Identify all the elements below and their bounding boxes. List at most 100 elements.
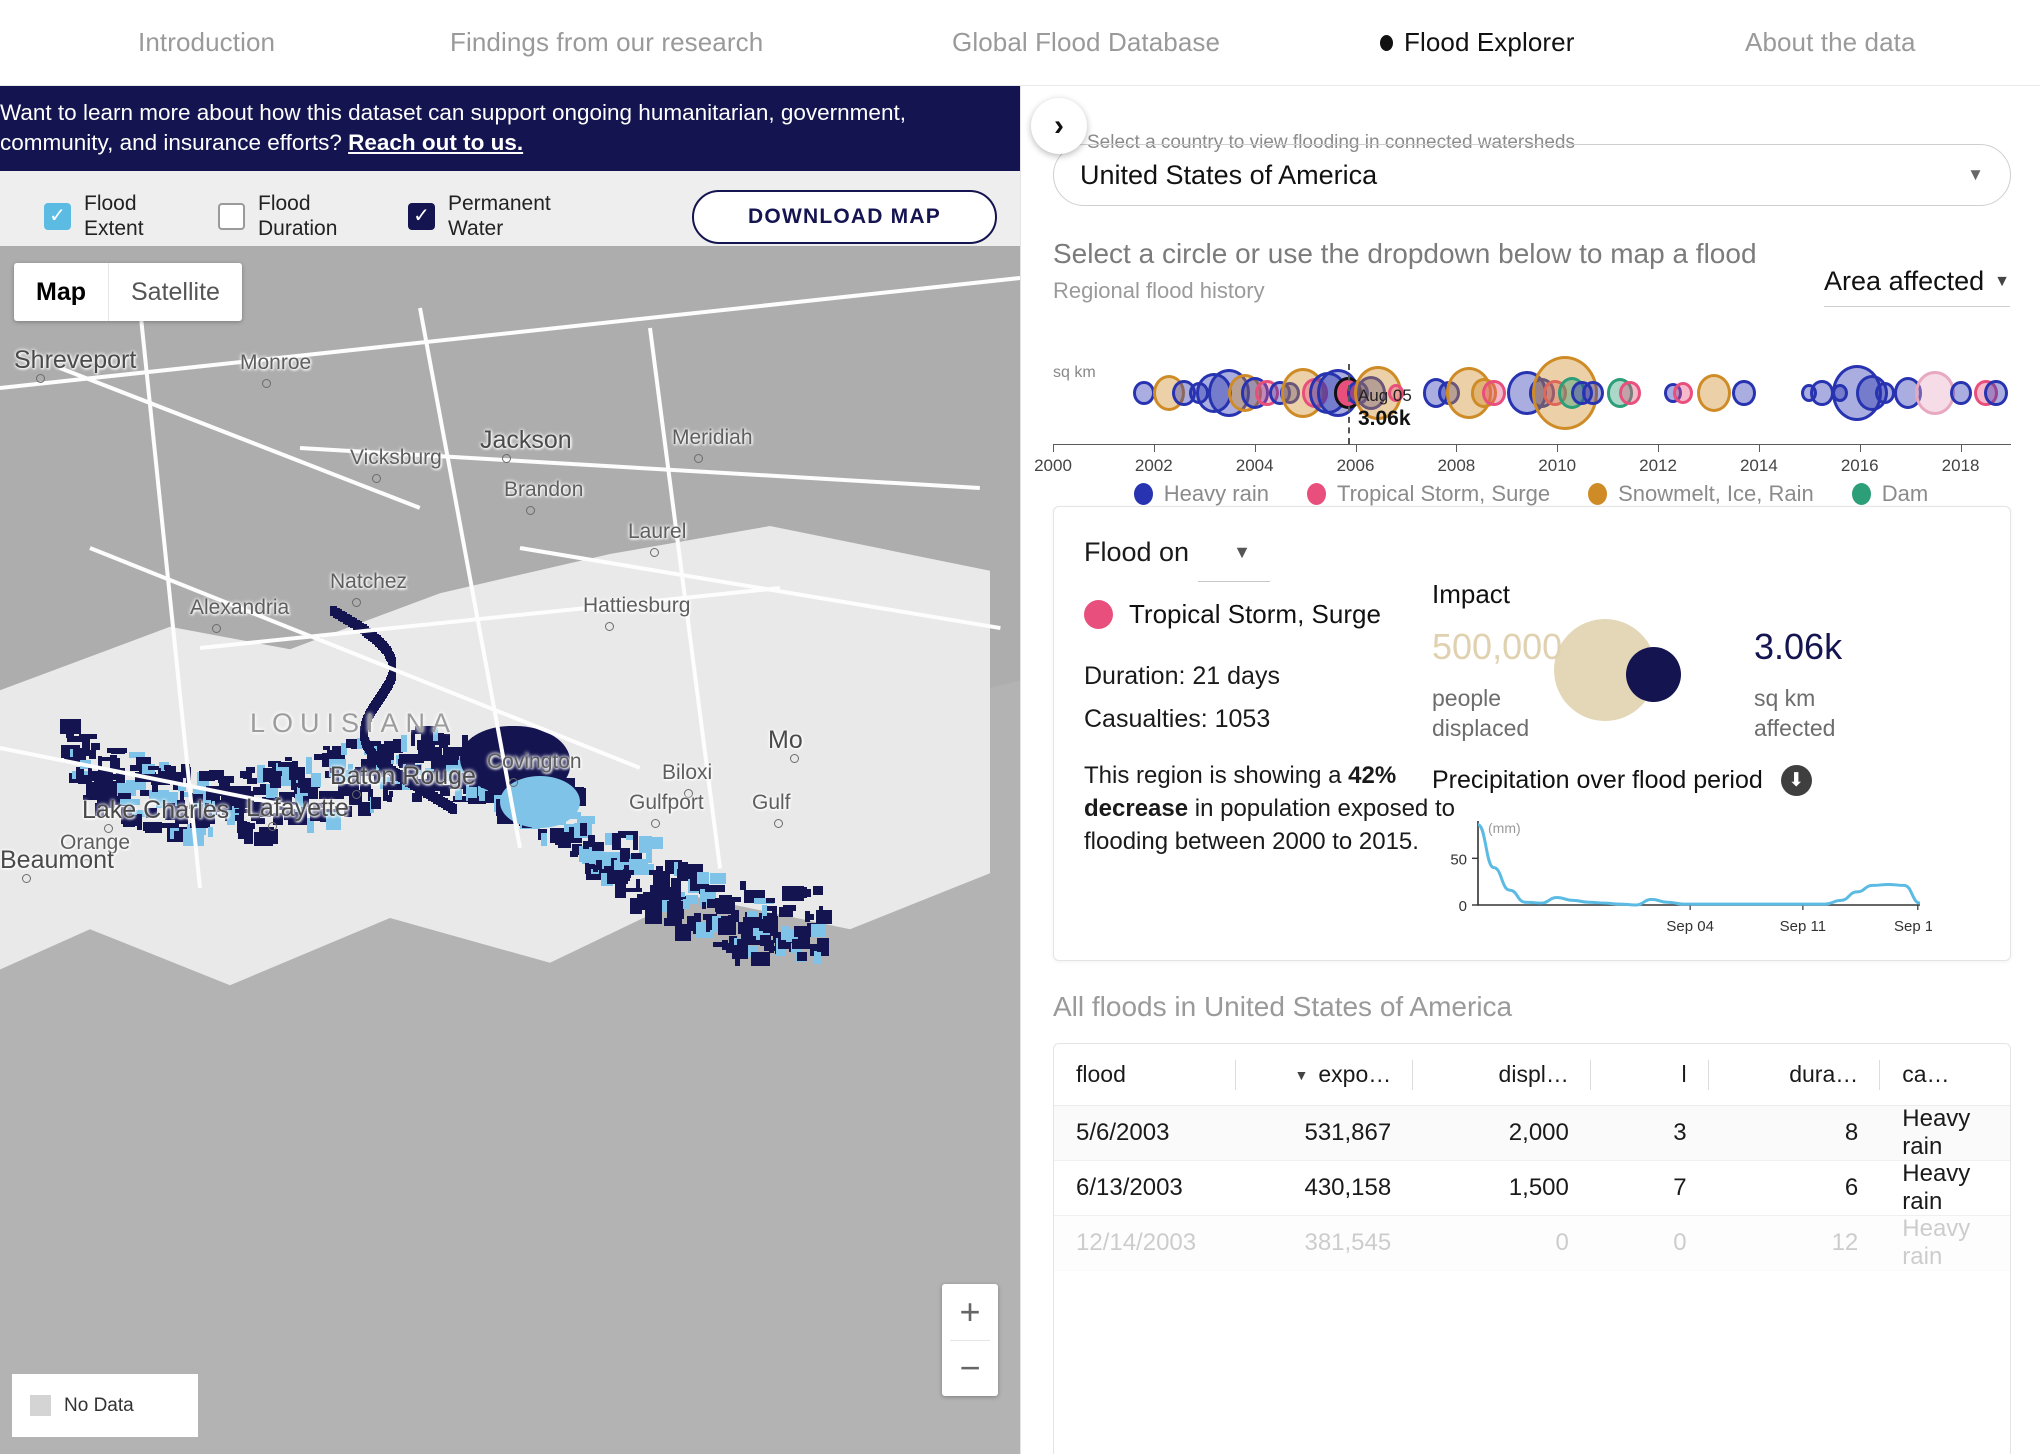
regional-flood-history-chart[interactable]: sq km 2000 2002 2004 2006 2008 2010 2012 2014 20… — [1021, 301, 2040, 486]
nav-item-about-the-data[interactable]: About the data — [1745, 27, 1916, 58]
map-canvas[interactable]: Shreveport Monroe Vicksburg Jackson Meridiah… — [0, 246, 1020, 1454]
table-column-header[interactable]: displ… — [1413, 1044, 1591, 1105]
x-axis-line — [1053, 444, 2011, 445]
precip-line — [1477, 823, 1921, 907]
legend-item[interactable]: Snowmelt, Ice, Rain — [1588, 481, 1814, 507]
flood-pixel — [771, 906, 777, 920]
download-map-button[interactable]: DOWNLOAD MAP — [692, 190, 997, 244]
city-marker-icon — [262, 379, 271, 388]
flood-bubble[interactable] — [1581, 380, 1604, 406]
legend-item[interactable]: Heavy rain — [1133, 481, 1269, 507]
nav-item-global-flood-database[interactable]: Global Flood Database — [952, 27, 1220, 58]
table-cell: 381,545 — [1304, 1229, 1392, 1256]
flood-pixel — [720, 916, 728, 927]
legend-item[interactable]: Tropical Storm, Surge — [1306, 481, 1550, 507]
chevron-down-icon: ▼ — [1994, 272, 2010, 290]
flood-bubble[interactable] — [1874, 381, 1895, 405]
map-type-switcher[interactable]: Map Satellite — [14, 263, 242, 321]
x-tick-label: Sep 11 — [1780, 918, 1826, 935]
floods-table[interactable]: flood ▼ expo… displ… l dura… ca… 5/6/2003 531,8… — [1053, 1043, 2011, 1454]
flood-bubble[interactable] — [1619, 380, 1642, 406]
city-marker-icon — [268, 822, 277, 831]
marker-value-label: 3.06k — [1357, 407, 1411, 430]
flood-pixel — [765, 898, 775, 904]
flood-pixel — [646, 848, 652, 863]
legend-color-icon — [1588, 483, 1608, 505]
collapse-panel-button[interactable]: › — [1031, 98, 1087, 154]
checkbox-permanent-water[interactable]: ✓ Permanent Water — [408, 191, 551, 241]
checkbox-flood-extent[interactable]: ✓ Flood Extent — [44, 191, 144, 241]
flood-detail-panel: › Select a country to view flooding in c… — [1020, 86, 2040, 1454]
x-tick-label: Sep 18 — [1894, 918, 1932, 935]
flood-pixel — [672, 898, 681, 916]
flood-bubble[interactable] — [1696, 373, 1731, 413]
city-marker-icon — [352, 790, 361, 799]
flood-bubble[interactable] — [1132, 380, 1155, 406]
selected-flood-marker — [1347, 364, 1350, 444]
legend-label: Heavy rain — [1163, 481, 1269, 506]
flood-pixel — [746, 910, 758, 917]
table-cell: 7 — [1673, 1174, 1687, 1201]
zoom-controls: + − — [942, 1284, 998, 1396]
flood-bubble[interactable] — [1809, 379, 1834, 407]
city-label: Natchez — [330, 570, 408, 593]
displaced-caption: people displaced — [1432, 685, 1530, 741]
area-caption: sq km affected — [1754, 685, 1836, 741]
table-cell: 12 — [1831, 1229, 1859, 1256]
flood-bubble[interactable] — [1983, 379, 2008, 407]
city-label: Lafayette — [246, 794, 349, 822]
legend-color-icon — [1306, 483, 1326, 505]
nav-item-flood-explorer[interactable]: Flood Explorer — [1380, 27, 1574, 58]
table-column-header[interactable]: ▼ expo… — [1236, 1044, 1414, 1105]
map-type-map[interactable]: Map — [14, 263, 109, 321]
city-marker-icon — [774, 819, 783, 828]
flood-on-underline — [1198, 581, 1270, 582]
state-label: LOUISIANA — [250, 708, 458, 738]
table-row[interactable]: 5/6/2003 531,867 2,000 3 8 Heavy rain — [1054, 1105, 2010, 1161]
checkbox-icon-checked: ✓ — [44, 202, 71, 230]
table-body: 5/6/2003 531,867 2,000 3 8 Heavy rain 6/13/200… — [1054, 1105, 2010, 1271]
flood-bubble[interactable] — [1482, 379, 1507, 407]
x-tick-label: Sep 04 — [1666, 918, 1714, 935]
table-column-header[interactable]: dura… — [1709, 1044, 1881, 1105]
reach-out-link[interactable]: Reach out to us. — [348, 130, 523, 155]
map-type-satellite[interactable]: Satellite — [109, 263, 242, 321]
flood-bubble[interactable] — [1731, 379, 1756, 407]
city-label: Lake Charles — [82, 796, 230, 824]
y-axis-unit-label: sq km — [1053, 364, 1096, 381]
axis-tick — [1153, 444, 1155, 452]
table-row[interactable]: 6/13/2003 430,158 1,500 7 6 Heavy rain — [1054, 1160, 2010, 1216]
flood-bubble[interactable] — [1949, 380, 1972, 406]
flood-pixel — [799, 928, 806, 936]
country-select[interactable]: United States of America ▼ — [1053, 144, 2011, 206]
table-column-header[interactable]: ca… — [1880, 1044, 2010, 1105]
download-icon[interactable]: ⬇ — [1780, 765, 1812, 796]
zoom-out-button[interactable]: − — [942, 1341, 998, 1397]
flood-pixel — [656, 865, 663, 884]
y-tick-label: 0 — [1459, 898, 1467, 915]
flood-pixel — [592, 842, 604, 852]
flood-on-selector[interactable]: Flood on ▼ — [1084, 537, 1251, 568]
flood-bubble[interactable] — [1673, 381, 1694, 405]
flood-cause: Tropical Storm, Surge — [1084, 599, 1381, 630]
y-tick-label: 50 — [1450, 851, 1467, 868]
axis-tick — [1053, 444, 1054, 452]
nav-item-findings[interactable]: Findings from our research — [450, 27, 763, 58]
nav-item-introduction[interactable]: Introduction — [138, 27, 275, 58]
table-cell: Heavy rain — [1902, 1105, 1971, 1160]
flood-pixel — [311, 772, 322, 787]
city-marker-icon — [650, 548, 659, 557]
table-row[interactable]: 12/14/2003 381,545 0 0 12 Heavy rain — [1054, 1215, 2010, 1271]
checkbox-flood-duration[interactable]: Flood Duration — [218, 191, 337, 241]
flood-pixel — [803, 939, 810, 949]
table-column-header[interactable]: l — [1591, 1044, 1709, 1105]
city-marker-icon — [22, 874, 31, 883]
legend-item[interactable]: Dam — [1851, 481, 1928, 507]
flood-pixel — [305, 757, 312, 774]
flood-pixel — [818, 906, 824, 920]
table-cell: 8 — [1844, 1119, 1859, 1146]
checkbox-icon-unchecked — [218, 202, 245, 230]
zoom-in-button[interactable]: + — [942, 1284, 998, 1340]
table-column-header[interactable]: flood — [1054, 1044, 1236, 1105]
flood-pixel — [644, 907, 663, 925]
